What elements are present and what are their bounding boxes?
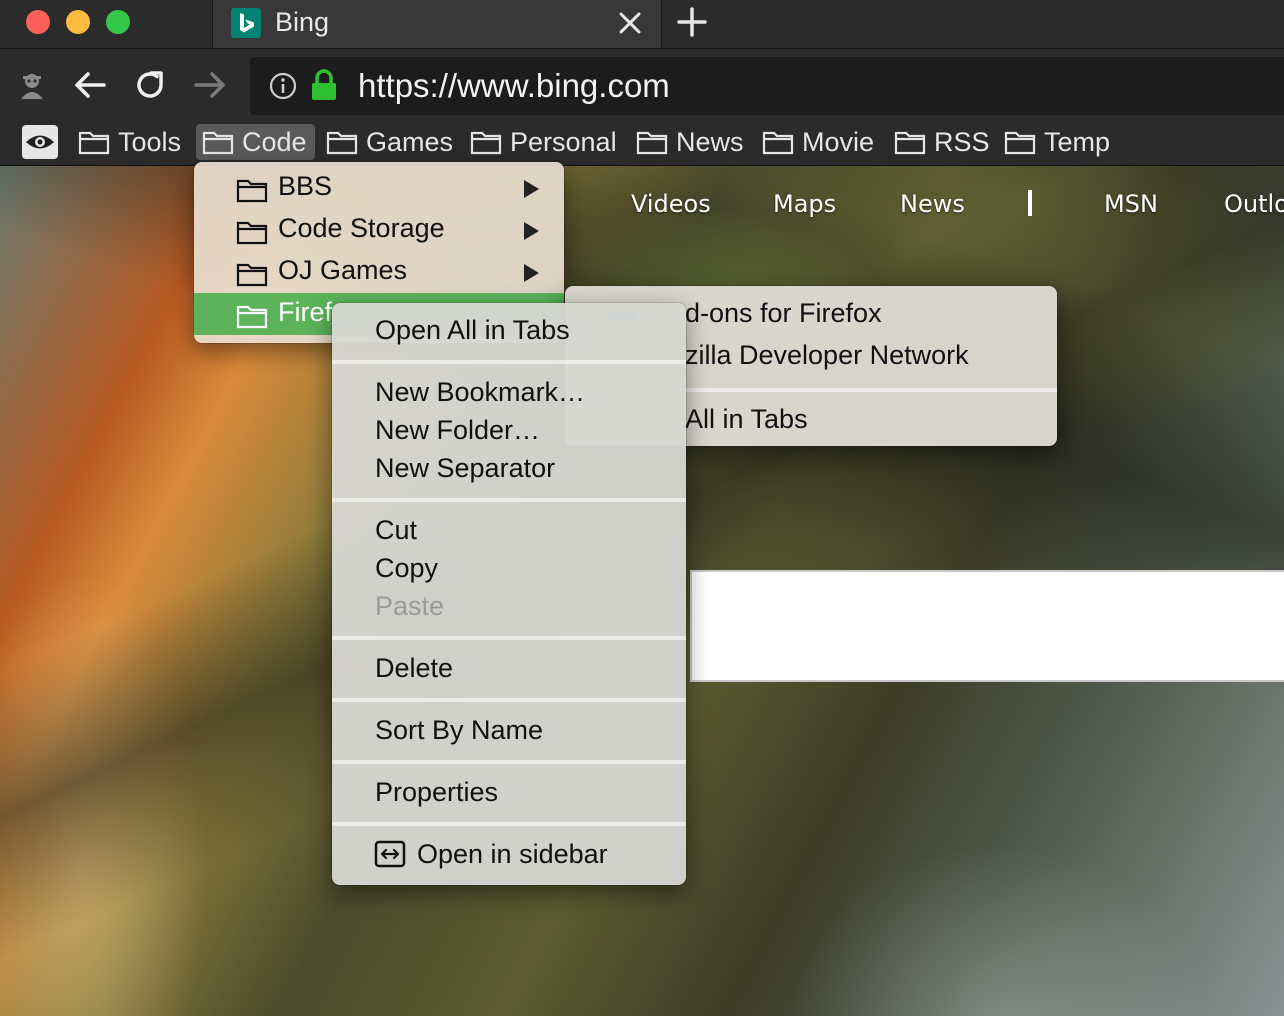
menu-separator bbox=[332, 360, 686, 364]
folder-icon bbox=[636, 131, 668, 155]
menu-item-label: Firef bbox=[278, 297, 332, 327]
window-maximize-button[interactable] bbox=[106, 10, 130, 34]
folder-icon bbox=[326, 131, 358, 155]
nav-link-maps[interactable]: Maps bbox=[773, 190, 836, 218]
ctx-open-in-sidebar[interactable]: Open in sidebar bbox=[417, 839, 608, 870]
ctx-delete[interactable]: Delete bbox=[375, 653, 453, 684]
folder-icon bbox=[894, 131, 926, 155]
folder-icon bbox=[762, 131, 794, 155]
menu-item-label: BBS bbox=[278, 171, 333, 201]
bookmark-label: Movie bbox=[802, 126, 875, 157]
reload-icon[interactable] bbox=[131, 65, 171, 105]
ctx-copy[interactable]: Copy bbox=[375, 553, 438, 584]
search-input[interactable] bbox=[690, 570, 1284, 682]
submenu-item-addons[interactable]: d-ons for Firefox bbox=[685, 298, 882, 329]
menu-item-label: OJ Games bbox=[278, 255, 408, 285]
bookmark-folder-temp[interactable]: Temp bbox=[998, 124, 1118, 160]
folder-icon bbox=[236, 263, 268, 287]
submenu-item-mdn[interactable]: zilla Developer Network bbox=[685, 340, 969, 371]
tab-title: Bing bbox=[275, 7, 330, 37]
bookmark-folder-code[interactable]: Code bbox=[196, 124, 315, 160]
submenu-arrow-icon bbox=[524, 264, 539, 282]
menu-item-oj-games[interactable]: OJ Games bbox=[194, 251, 564, 293]
submenu-arrow-icon bbox=[524, 180, 539, 198]
nav-link-news[interactable]: News bbox=[900, 190, 965, 218]
bookmarks-toolbar: Tools Code Games Personal News Movie RSS… bbox=[0, 121, 1284, 166]
folder-icon bbox=[78, 131, 110, 155]
menu-item-label: Code Storage bbox=[278, 213, 445, 243]
bing-favicon-icon bbox=[231, 8, 261, 38]
nav-link-msn[interactable]: MSN bbox=[1104, 190, 1158, 218]
menu-separator bbox=[332, 822, 686, 826]
bookmark-label: Temp bbox=[1044, 126, 1111, 157]
bookmark-label: News bbox=[676, 126, 744, 157]
menu-separator bbox=[332, 636, 686, 640]
folder-icon bbox=[236, 179, 268, 203]
private-browsing-icon bbox=[12, 65, 52, 105]
url-bar[interactable]: https://www.bing.com bbox=[250, 57, 1284, 115]
sidebar-icon bbox=[374, 840, 406, 875]
ctx-sort-by-name[interactable]: Sort By Name bbox=[375, 715, 543, 746]
ctx-paste: Paste bbox=[375, 591, 445, 621]
ctx-new-folder[interactable]: New Folder… bbox=[375, 415, 540, 446]
folder-icon bbox=[236, 305, 268, 329]
bookmark-folder-rss[interactable]: RSS bbox=[888, 124, 998, 160]
ctx-cut[interactable]: Cut bbox=[375, 515, 417, 546]
nav-divider bbox=[1028, 190, 1032, 216]
bookmark-label: Tools bbox=[118, 126, 182, 157]
nav-link-outlook[interactable]: Outlo bbox=[1224, 190, 1284, 218]
bookmark-folder-news[interactable]: News bbox=[630, 124, 752, 160]
new-tab-plus-icon[interactable] bbox=[674, 4, 710, 40]
submenu-item-open-all-in-tabs[interactable]: All in Tabs bbox=[685, 404, 808, 435]
nav-link-videos[interactable]: Videos bbox=[631, 190, 711, 218]
close-tab-icon[interactable] bbox=[615, 8, 645, 38]
menu-separator bbox=[332, 698, 686, 702]
bookmark-folder-movie[interactable]: Movie bbox=[756, 124, 882, 160]
window-close-button[interactable] bbox=[26, 10, 50, 34]
menu-item-bbs[interactable]: BBS bbox=[194, 167, 564, 209]
ctx-properties[interactable]: Properties bbox=[375, 777, 498, 808]
forward-arrow-icon[interactable] bbox=[190, 65, 230, 105]
site-info-icon[interactable] bbox=[268, 71, 298, 106]
ctx-new-separator[interactable]: New Separator bbox=[375, 453, 555, 484]
bookmark-label: Games bbox=[366, 126, 454, 157]
menu-item-code-storage[interactable]: Code Storage bbox=[194, 209, 564, 251]
bookmark-label: RSS bbox=[934, 126, 990, 157]
bookmark-folder-tools[interactable]: Tools bbox=[72, 124, 189, 160]
menu-separator bbox=[332, 760, 686, 764]
folder-icon bbox=[1004, 131, 1036, 155]
eye-icon[interactable] bbox=[22, 125, 58, 159]
ctx-new-bookmark[interactable]: New Bookmark… bbox=[375, 377, 585, 408]
bookmark-context-menu: Open All in Tabs New Bookmark… New Folde… bbox=[332, 303, 686, 885]
submenu-arrow-icon bbox=[524, 222, 539, 240]
back-arrow-icon[interactable] bbox=[70, 65, 110, 105]
navigation-toolbar: https://www.bing.com bbox=[0, 49, 1284, 121]
bookmark-label: Code bbox=[242, 126, 307, 157]
folder-icon bbox=[470, 131, 502, 155]
url-text[interactable]: https://www.bing.com bbox=[358, 67, 670, 105]
folder-icon bbox=[202, 131, 234, 155]
folder-icon bbox=[236, 221, 268, 245]
lock-icon[interactable] bbox=[310, 69, 338, 106]
tab-strip: Bing bbox=[0, 0, 1284, 49]
bookmark-label: Personal bbox=[510, 126, 617, 157]
window-minimize-button[interactable] bbox=[66, 10, 90, 34]
menu-separator bbox=[332, 498, 686, 502]
bookmark-folder-personal[interactable]: Personal bbox=[464, 124, 625, 160]
ctx-open-all-in-tabs[interactable]: Open All in Tabs bbox=[375, 315, 570, 346]
bookmark-folder-games[interactable]: Games bbox=[320, 124, 461, 160]
tab-bing[interactable]: Bing bbox=[212, 0, 662, 48]
